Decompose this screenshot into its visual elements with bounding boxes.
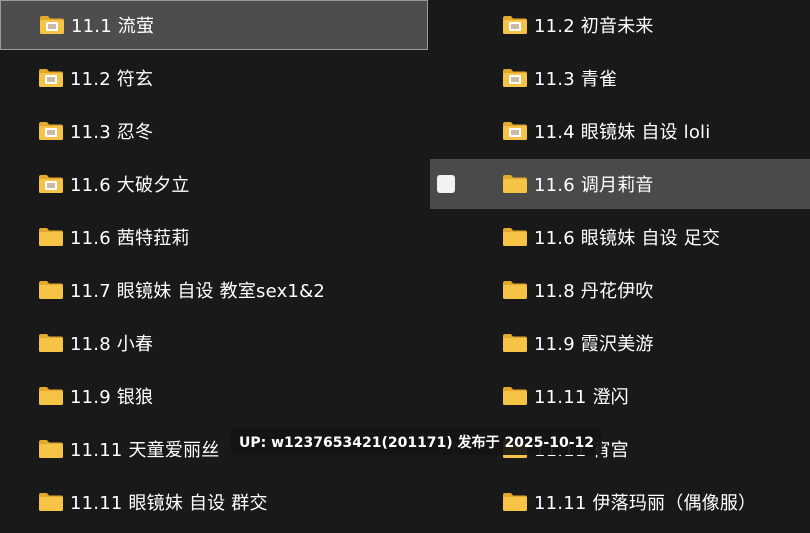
folder-icon <box>38 280 64 300</box>
folder-icon <box>38 439 64 459</box>
folder-item[interactable]: 11.11 眼镜妹 自设 群交 <box>0 477 428 527</box>
folder-item[interactable]: 11.1 流萤 <box>0 0 428 50</box>
uploader-text: UP: w1237653421(201171) 发布于 2025-10-12 <box>239 434 594 451</box>
folder-label: 11.2 符玄 <box>70 69 154 90</box>
folder-label: 11.2 初音未来 <box>534 16 654 37</box>
folder-thumbnail-icon <box>502 15 528 35</box>
folder-label: 11.9 银狼 <box>70 387 154 408</box>
folder-icon <box>502 227 528 247</box>
folder-label: 11.6 大破夕立 <box>70 175 190 196</box>
folder-thumbnail-icon <box>38 174 64 194</box>
folder-item[interactable]: 11.2 符玄 <box>0 53 428 103</box>
folder-icon <box>38 227 64 247</box>
folder-item[interactable]: 11.8 丹花伊吹 <box>430 265 810 315</box>
folder-item[interactable]: 11.3 青雀 <box>430 53 810 103</box>
folder-item[interactable]: 11.8 小春 <box>0 318 428 368</box>
folder-label: 11.3 青雀 <box>534 69 618 90</box>
folder-label: 11.8 丹花伊吹 <box>534 281 654 302</box>
folder-label: 11.9 霞沢美游 <box>534 334 654 355</box>
folder-item[interactable]: 11.6 调月莉音 <box>430 159 810 209</box>
folder-item[interactable]: 11.11 伊落玛丽（偶像服） <box>430 477 810 527</box>
folder-label: 11.11 眼镜妹 自设 群交 <box>70 493 268 514</box>
folder-label: 11.1 流萤 <box>71 16 155 37</box>
uploader-overlay: UP: w1237653421(201171) 发布于 2025-10-12 <box>231 428 602 455</box>
folder-item[interactable]: 11.2 初音未来 <box>430 0 810 50</box>
folder-label: 11.6 眼镜妹 自设 足交 <box>534 228 721 249</box>
folder-thumbnail-icon <box>38 68 64 88</box>
folder-icon <box>502 492 528 512</box>
folder-thumbnail-icon <box>39 15 65 35</box>
folder-label: 11.6 调月莉音 <box>534 175 654 196</box>
folder-item[interactable]: 11.11 澄闪 <box>430 371 810 421</box>
folder-label: 11.8 小春 <box>70 334 154 355</box>
checkbox-icon[interactable] <box>437 175 455 193</box>
folder-item[interactable]: 11.6 茜特菈莉 <box>0 212 428 262</box>
folder-thumbnail-icon <box>502 68 528 88</box>
folder-label: 11.7 眼镜妹 自设 教室sex1&2 <box>70 281 325 302</box>
folder-thumbnail-icon <box>38 121 64 141</box>
folder-label: 11.11 澄闪 <box>534 387 629 408</box>
folder-item[interactable]: 11.9 霞沢美游 <box>430 318 810 368</box>
folder-icon <box>38 333 64 353</box>
folder-item[interactable]: 11.6 大破夕立 <box>0 159 428 209</box>
folder-icon <box>502 174 528 194</box>
folder-thumbnail-icon <box>502 121 528 141</box>
folder-item[interactable]: 11.9 银狼 <box>0 371 428 421</box>
folder-label: 11.6 茜特菈莉 <box>70 228 190 249</box>
folder-label: 11.4 眼镜妹 自设 loli <box>534 122 711 143</box>
folder-icon <box>502 386 528 406</box>
folder-item[interactable]: 11.7 眼镜妹 自设 教室sex1&2 <box>0 265 428 315</box>
folder-icon <box>502 280 528 300</box>
folder-label: 11.11 天童爱丽丝 <box>70 440 220 461</box>
folder-item[interactable]: 11.4 眼镜妹 自设 loli <box>430 106 810 156</box>
folder-label: 11.11 伊落玛丽（偶像服） <box>534 493 757 514</box>
folder-label: 11.3 忍冬 <box>70 122 154 143</box>
folder-item[interactable]: 11.3 忍冬 <box>0 106 428 156</box>
folder-icon <box>38 492 64 512</box>
folder-item[interactable]: 11.6 眼镜妹 自设 足交 <box>430 212 810 262</box>
folder-icon <box>502 333 528 353</box>
folder-icon <box>38 386 64 406</box>
